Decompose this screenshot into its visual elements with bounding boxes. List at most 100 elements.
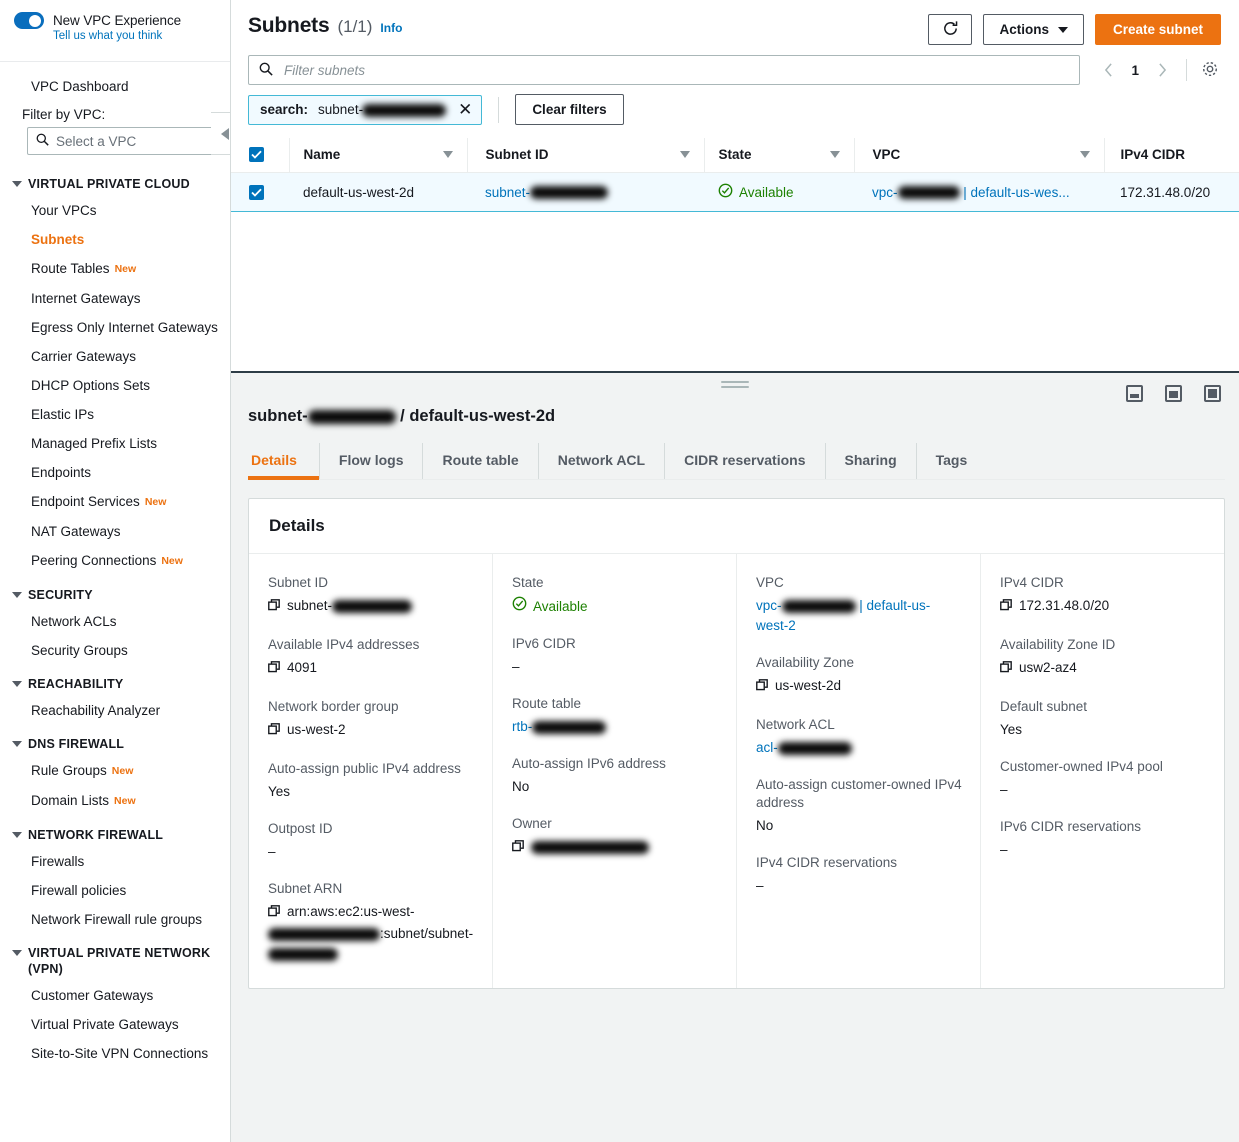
sidebar-collapse-button[interactable] — [211, 112, 230, 155]
cell-subnet-id[interactable]: subnet- — [467, 172, 704, 212]
sidebar-group-virtual-private-cloud[interactable]: VIRTUAL PRIVATE CLOUD — [0, 165, 230, 196]
sidebar-item-label: Network ACLs — [31, 614, 117, 629]
sidebar-item-endpoint-services[interactable]: Endpoint Services New — [0, 487, 230, 517]
sidebar-item-peering-connections[interactable]: Peering Connections New — [0, 546, 230, 576]
sidebar-item-route-tables[interactable]: Route Tables New — [0, 254, 230, 284]
tab-network-acl[interactable]: Network ACL — [537, 443, 664, 479]
panel-size-small-icon[interactable] — [1126, 385, 1143, 402]
actions-label: Actions — [999, 22, 1049, 37]
detail-label: IPv4 CIDR — [1000, 575, 1064, 590]
copy-icon[interactable] — [1000, 598, 1013, 618]
search-input[interactable] — [282, 61, 1070, 79]
copy-icon[interactable] — [268, 722, 281, 742]
sidebar-group-virtual-private-network-vpn[interactable]: VIRTUAL PRIVATE NETWORK (VPN) — [0, 934, 230, 981]
split-panel-drag-handle[interactable] — [721, 381, 749, 391]
state-label: Available — [739, 184, 794, 200]
vpc-filter-select[interactable]: Select a VPC — [27, 127, 218, 155]
copy-icon[interactable] — [1000, 660, 1013, 680]
filter-subnets-box[interactable] — [248, 55, 1081, 85]
column-header-vpc[interactable]: VPC — [853, 138, 1104, 173]
sidebar-item-internet-gateways[interactable]: Internet Gateways — [0, 284, 230, 313]
sidebar-item-endpoints[interactable]: Endpoints — [0, 458, 230, 487]
sidebar-item-managed-prefix-lists[interactable]: Managed Prefix Lists — [0, 429, 230, 458]
details-column-1: Subnet ID subnet- Available IPv4 addresses… — [249, 554, 492, 988]
copy-icon[interactable] — [756, 678, 769, 698]
panel-size-medium-icon[interactable] — [1165, 385, 1182, 402]
column-header-subnet-id[interactable]: Subnet ID — [466, 138, 704, 173]
feedback-link[interactable]: Tell us what you think — [53, 30, 216, 42]
refresh-button[interactable] — [928, 14, 973, 45]
sidebar-item-domain-lists[interactable]: Domain Lists New — [0, 786, 230, 816]
table-row[interactable]: default-us-west-2d subnet- Available vpc… — [231, 172, 1239, 212]
sidebar-item-rule-groups[interactable]: Rule Groups New — [0, 756, 230, 786]
detail-value: – — [512, 659, 520, 674]
new-vpc-experience-toggle[interactable] — [14, 12, 44, 29]
tab-details[interactable]: Details — [248, 443, 319, 480]
detail-link[interactable]: vpc- | default-us-west-2 — [756, 598, 930, 633]
sidebar-group-dns-firewall[interactable]: DNS FIREWALL — [0, 725, 230, 756]
close-icon[interactable]: ✕ — [458, 101, 472, 118]
create-subnet-button[interactable]: Create subnet — [1094, 14, 1221, 45]
tab-tags[interactable]: Tags — [915, 443, 987, 479]
sidebar-item-elastic-ips[interactable]: Elastic IPs — [0, 400, 230, 429]
page-number[interactable]: 1 — [1123, 63, 1147, 78]
detail-value[interactable]: acl- — [756, 738, 962, 758]
actions-button[interactable]: Actions — [983, 14, 1084, 45]
sidebar-item-network-firewall-rule-groups[interactable]: Network Firewall rule groups — [0, 905, 230, 934]
column-header-ipv4-cidr[interactable]: IPv4 CIDR — [1103, 138, 1239, 173]
sidebar-item-your-vpcs[interactable]: Your VPCs — [0, 196, 230, 225]
sidebar-item-carrier-gateways[interactable]: Carrier Gateways — [0, 342, 230, 371]
copy-icon[interactable] — [268, 660, 281, 680]
select-all-checkbox[interactable] — [249, 147, 264, 162]
sidebar-nav: VPC Dashboard Filter by VPC: Select a VP… — [0, 62, 230, 1068]
next-page-button[interactable] — [1150, 57, 1174, 83]
sidebar-group-label: SECURITY — [28, 588, 93, 602]
detail-link[interactable]: rtb- — [512, 719, 607, 734]
detail-link[interactable]: acl- — [756, 740, 852, 755]
sidebar-item-reachability-analyzer[interactable]: Reachability Analyzer — [0, 696, 230, 725]
sidebar-item-egress-only-internet-gateways[interactable]: Egress Only Internet Gateways — [0, 313, 230, 342]
detail-label: Outpost ID — [268, 821, 333, 836]
copy-icon[interactable] — [512, 839, 525, 859]
sidebar-item-subnets[interactable]: Subnets — [0, 225, 230, 254]
sidebar-item-security-groups[interactable]: Security Groups — [0, 636, 230, 665]
detail-value[interactable]: vpc- | default-us-west-2 — [756, 596, 962, 636]
sidebar-group-reachability[interactable]: REACHABILITY — [0, 665, 230, 696]
sidebar-item-customer-gateways[interactable]: Customer Gateways — [0, 981, 230, 1010]
tab-flow-logs[interactable]: Flow logs — [318, 443, 423, 479]
cell-vpc[interactable]: vpc- | default-us-wes... — [854, 172, 1104, 212]
sidebar-item-network-acls[interactable]: Network ACLs — [0, 607, 230, 636]
settings-button[interactable] — [1199, 59, 1221, 81]
column-header-state[interactable]: State — [703, 138, 854, 173]
sidebar-item-virtual-private-gateways[interactable]: Virtual Private Gateways — [0, 1010, 230, 1039]
previous-page-button[interactable] — [1096, 57, 1120, 83]
row-checkbox[interactable] — [249, 184, 264, 200]
panel-size-large-icon[interactable] — [1204, 385, 1221, 402]
sidebar-item-firewalls[interactable]: Firewalls — [0, 847, 230, 876]
tab-cidr-reservations[interactable]: CIDR reservations — [664, 443, 824, 479]
sidebar-item-firewall-policies[interactable]: Firewall policies — [0, 876, 230, 905]
detail-value: us-west-2d — [756, 676, 962, 698]
clear-filters-button[interactable]: Clear filters — [515, 94, 624, 125]
sidebar-group-network-firewall[interactable]: NETWORK FIREWALL — [0, 816, 230, 847]
sidebar-group-security[interactable]: SECURITY — [0, 576, 230, 607]
sidebar-item-vpc-dashboard[interactable]: VPC Dashboard — [0, 72, 230, 101]
detail-value[interactable]: rtb- — [512, 717, 718, 737]
copy-icon[interactable] — [268, 904, 281, 924]
detail-field-auto-assign-customer-owned-ipv4-address: Auto-assign customer-owned IPv4 address N… — [756, 776, 962, 836]
sidebar-item-label: Endpoint Services — [31, 494, 140, 509]
sidebar-item-label: Virtual Private Gateways — [31, 1017, 179, 1032]
tab-route-table[interactable]: Route table — [422, 443, 537, 479]
sidebar-item-nat-gateways[interactable]: NAT Gateways — [0, 517, 230, 546]
copy-icon[interactable] — [268, 598, 281, 618]
tab-sharing[interactable]: Sharing — [824, 443, 916, 479]
sidebar-item-dhcp-options-sets[interactable]: DHCP Options Sets — [0, 371, 230, 400]
sort-icon — [829, 151, 840, 158]
subnet-id-link[interactable]: subnet- — [485, 185, 609, 200]
search-filter-token[interactable]: search: subnet- ✕ — [248, 94, 483, 125]
check-circle-icon — [718, 183, 733, 201]
info-link[interactable]: Info — [380, 21, 402, 35]
column-header-name[interactable]: Name — [288, 138, 467, 173]
vpc-link[interactable]: vpc- | default-us-wes... — [872, 185, 1070, 200]
sidebar-item-site-to-site-vpn-connections[interactable]: Site-to-Site VPN Connections — [0, 1039, 230, 1068]
